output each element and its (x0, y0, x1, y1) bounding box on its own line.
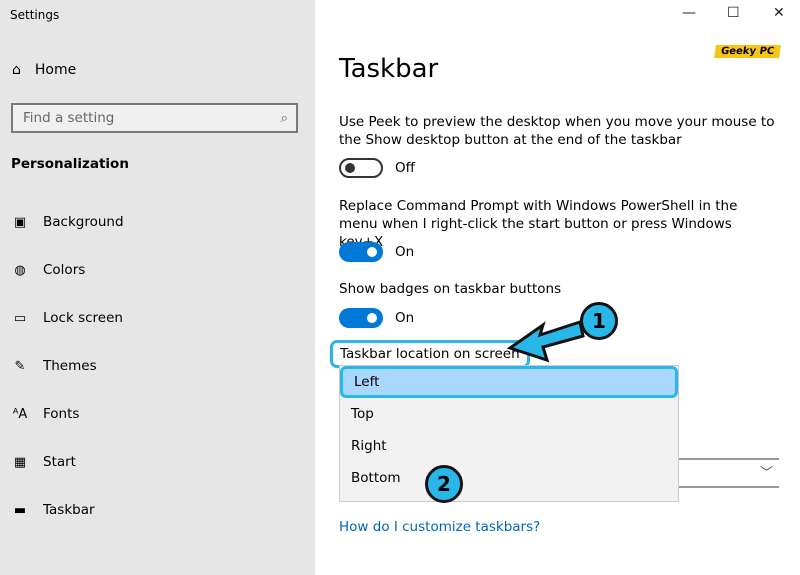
annotation-badge-2: 2 (425, 465, 463, 503)
themes-icon: ✎ (14, 358, 26, 374)
fonts-icon: ᴬA (12, 406, 28, 422)
sidebar-item-start[interactable]: ▦ Start (11, 454, 76, 470)
sidebar-item-colors[interactable]: ◍ Colors (11, 262, 85, 278)
toggle-switch[interactable] (339, 158, 383, 178)
search-placeholder: Find a setting (23, 110, 115, 126)
home-label: Home (34, 62, 77, 78)
toggle-switch[interactable] (339, 242, 383, 262)
page-title: Taskbar (339, 54, 439, 84)
sidebar-item-fonts[interactable]: ᴬA Fonts (11, 406, 80, 422)
home-icon: ⌂ (12, 62, 21, 78)
badges-toggle[interactable]: On (339, 308, 414, 328)
toggle-state: On (395, 244, 415, 260)
chevron-down-icon: ﹀ (759, 466, 773, 481)
label: Taskbar (43, 502, 95, 518)
toggle-switch[interactable] (339, 308, 383, 328)
label: Lock screen (43, 310, 123, 326)
toggle-state: Off (395, 160, 415, 176)
annotation-arrows (506, 320, 585, 363)
sidebar-item-lock-screen[interactable]: ▭ Lock screen (11, 310, 123, 326)
watermark-logo: Geeky PC (714, 45, 782, 58)
badges-description: Show badges on taskbar buttons (339, 281, 562, 297)
peek-description: Use Peek to preview the desktop when you… (339, 114, 775, 148)
lock-screen-icon: ▭ (13, 310, 27, 326)
palette-icon: ◍ (14, 262, 26, 278)
search-input[interactable]: Find a setting ⌕ (11, 103, 298, 133)
label: Background (43, 214, 124, 230)
sidebar-item-background[interactable]: ▣ Background (11, 214, 124, 230)
minimize-button[interactable]: — (682, 5, 696, 21)
sidebar-home[interactable]: ⌂ Home (12, 62, 76, 78)
sidebar-item-themes[interactable]: ✎ Themes (11, 358, 97, 374)
search-icon: ⌕ (280, 110, 288, 126)
arrow-1-icon (506, 320, 585, 363)
start-icon: ▦ (13, 454, 27, 470)
help-link[interactable]: How do I customize taskbars? (339, 519, 540, 535)
window-title: Settings (10, 8, 60, 22)
label: Themes (43, 358, 97, 374)
sidebar: Settings ⌂ Home Find a setting ⌕ Personali… (0, 0, 315, 575)
close-button[interactable]: ✕ (773, 5, 785, 21)
taskbar-icon: ▬ (13, 502, 27, 518)
sidebar-item-taskbar[interactable]: ▬ Taskbar (11, 502, 95, 518)
maximize-button[interactable]: ☐ (727, 5, 740, 21)
picture-icon: ▣ (13, 214, 27, 230)
label: Start (43, 454, 76, 470)
powershell-toggle[interactable]: On (339, 242, 414, 262)
toggle-state: On (395, 310, 415, 326)
location-combobox[interactable]: ﹀ (679, 458, 779, 488)
peek-toggle[interactable]: Off (339, 158, 415, 178)
main-content: — ☐ ✕ Geeky PC Taskbar Use Peek to previ… (315, 0, 800, 575)
label: Fonts (43, 406, 80, 422)
label: Colors (43, 262, 86, 278)
section-heading: Personalization (11, 156, 129, 172)
annotation-badge-1: 1 (580, 302, 618, 340)
